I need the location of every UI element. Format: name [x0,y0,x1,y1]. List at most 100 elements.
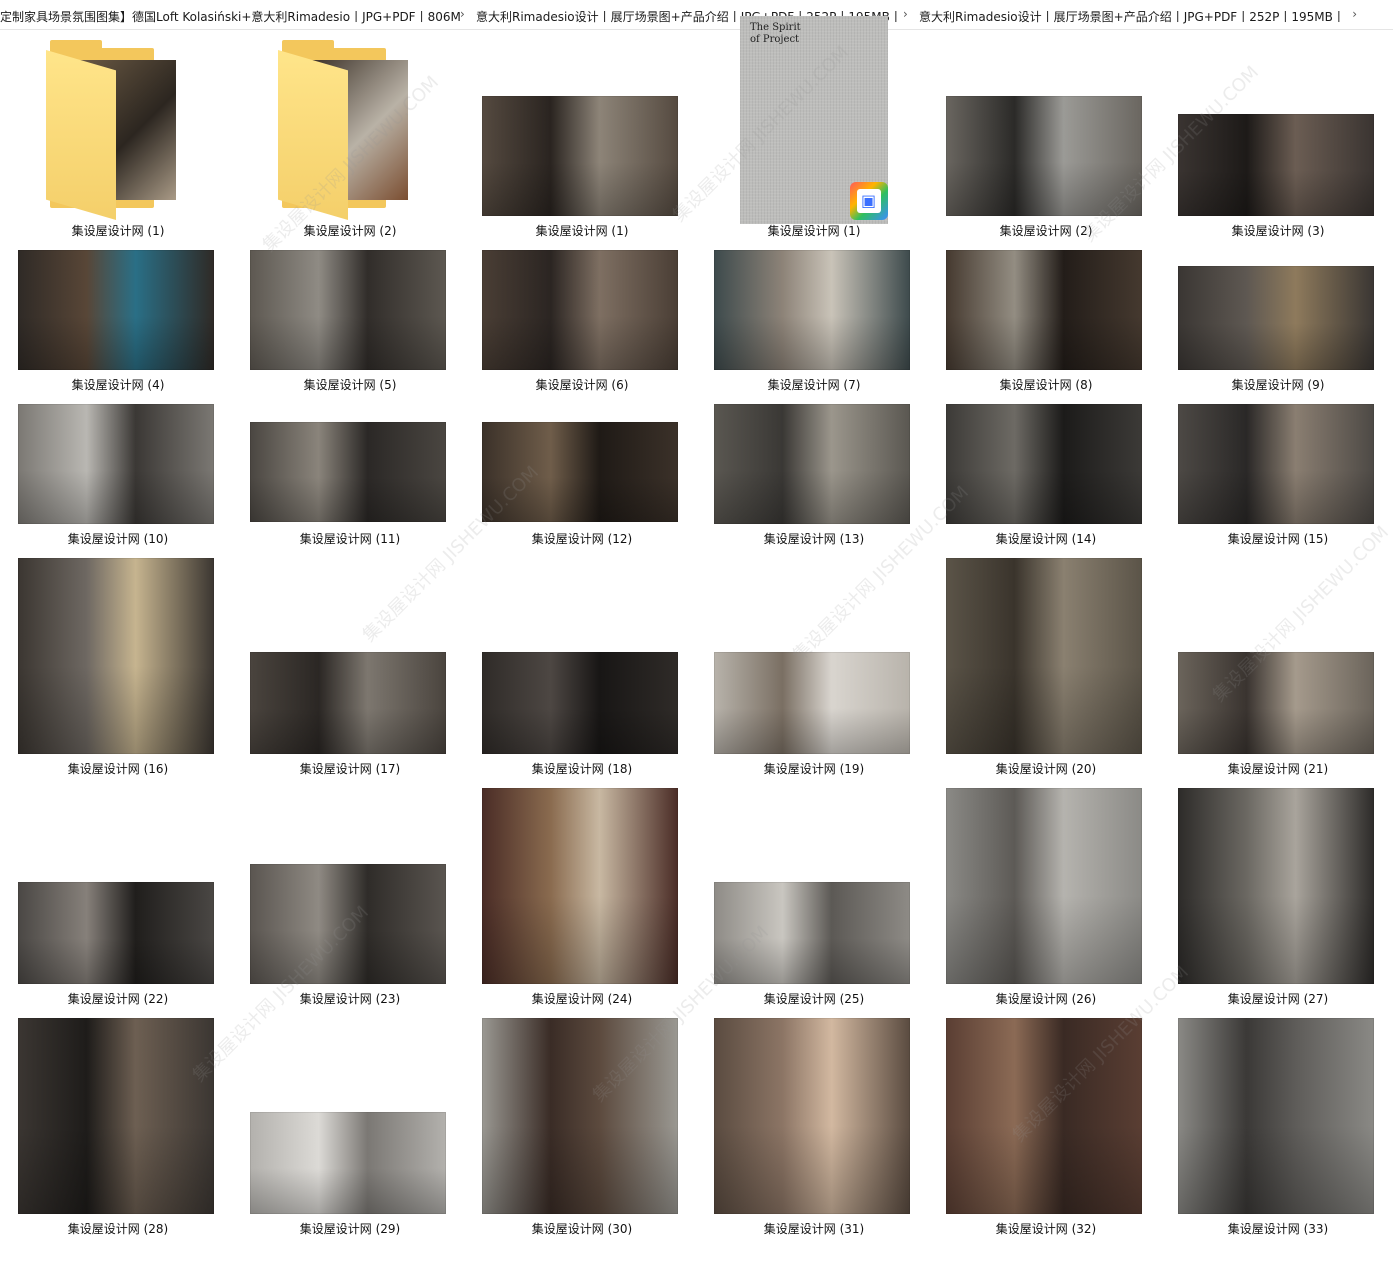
file-item[interactable]: 集设屋设计网 (29) [250,1112,450,1242]
file-item[interactable]: 集设屋设计网 (31) [714,1018,914,1242]
file-name-label: 集设屋设计网 (3) [1231,224,1325,238]
image-thumbnail [946,404,1142,524]
file-name-label: 集设屋设计网 (16) [67,762,169,776]
file-name-label: 集设屋设计网 (26) [995,992,1097,1006]
image-thumbnail [1178,114,1374,216]
file-name-label: 集设屋设计网 (18) [531,762,633,776]
file-name-label: 集设屋设计网 (7) [767,378,861,392]
file-name-label: 集设屋设计网 (31) [763,1222,865,1236]
file-item[interactable]: 集设屋设计网 (9) [1178,266,1378,398]
file-item[interactable]: 集设屋设计网 (33) [1178,1018,1378,1242]
file-item[interactable]: 集设屋设计网 (8) [946,250,1146,398]
file-name-label: 集设屋设计网 (12) [531,532,633,546]
file-name-label: 集设屋设计网 (32) [995,1222,1097,1236]
file-item[interactable]: 集设屋设计网 (18) [482,652,682,782]
file-name-label: 集设屋设计网 (25) [763,992,865,1006]
image-thumbnail [250,864,446,984]
file-item[interactable]: 集设屋设计网 (25) [714,882,914,1012]
image-thumbnail [1178,1018,1374,1214]
image-thumbnail [482,250,678,370]
image-thumbnail [714,404,910,524]
file-item[interactable]: 集设屋设计网 (3) [1178,114,1378,244]
file-item[interactable]: 集设屋设计网 (23) [250,864,450,1012]
file-name-label: 集设屋设计网 (1) [767,224,861,238]
file-grid: 集设屋设计网 (1) 集设屋设计网 (2) 集设屋设计网 (1) The Spirit… [0,16,1393,1273]
file-item[interactable]: 集设屋设计网 (10) [18,404,218,552]
file-item[interactable]: 集设屋设计网 (28) [18,1018,218,1242]
pdf-cover-thumbnail: The Spirit of Project ▣ [740,16,888,224]
file-item[interactable]: 集设屋设计网 (2) [946,96,1146,244]
file-item[interactable]: 集设屋设计网 (4) [18,250,218,398]
file-name-label: 集设屋设计网 (33) [1227,1222,1329,1236]
file-item[interactable]: 集设屋设计网 (27) [1178,788,1378,1012]
file-name-label: 集设屋设计网 (1) [535,224,629,238]
image-thumbnail [18,558,214,754]
file-item[interactable]: 集设屋设计网 (1) [482,96,682,244]
file-name-label: 集设屋设计网 (1) [71,224,165,238]
image-thumbnail [18,882,214,984]
file-item[interactable]: 集设屋设计网 (1) [18,40,218,244]
file-item[interactable]: 集设屋设计网 (7) [714,250,914,398]
file-name-label: 集设屋设计网 (27) [1227,992,1329,1006]
image-thumbnail [482,652,678,754]
file-item[interactable]: 集设屋设计网 (30) [482,1018,682,1242]
pdf-cover-title-line: The Spirit [750,22,801,33]
image-thumbnail [714,882,910,984]
file-item[interactable]: 集设屋设计网 (22) [18,882,218,1012]
breadcrumb-item-root[interactable]: 定制家具场景氛围图集】德国Loft Kolasiński+意大利Rimadesi… [0,8,461,25]
file-item[interactable]: 集设屋设计网 (20) [946,558,1146,782]
file-name-label: 集设屋设计网 (19) [763,762,865,776]
image-thumbnail [946,96,1142,216]
image-thumbnail [1178,266,1374,370]
file-item[interactable]: 集设屋设计网 (11) [250,422,450,552]
file-name-label: 集设屋设计网 (8) [999,378,1093,392]
file-item[interactable]: 集设屋设计网 (5) [250,250,450,398]
file-item[interactable]: 集设屋设计网 (15) [1178,404,1378,552]
pdf-cover-title-line: of Project [750,34,800,45]
image-thumbnail [482,788,678,984]
file-item[interactable]: 集设屋设计网 (17) [250,652,450,782]
file-name-label: 集设屋设计网 (30) [531,1222,633,1236]
image-thumbnail [714,1018,910,1214]
file-item[interactable]: 集设屋设计网 (6) [482,250,682,398]
file-item[interactable]: 集设屋设计网 (21) [1178,652,1378,782]
file-name-label: 集设屋设计网 (17) [299,762,401,776]
file-item[interactable]: The Spirit of Project ▣ 集设屋设计网 (1) [714,16,914,244]
file-name-label: 集设屋设计网 (6) [535,378,629,392]
file-name-label: 集设屋设计网 (14) [995,532,1097,546]
image-thumbnail [1178,652,1374,754]
file-item[interactable]: 集设屋设计网 (2) [250,40,450,244]
file-name-label: 集设屋设计网 (13) [763,532,865,546]
file-name-label: 集设屋设计网 (28) [67,1222,169,1236]
breadcrumb-overflow-icon[interactable]: › [1352,7,1357,21]
chevron-right-icon: › [460,7,465,21]
file-item[interactable]: 集设屋设计网 (24) [482,788,682,1012]
file-item[interactable]: 集设屋设计网 (12) [482,422,682,552]
image-thumbnail [482,422,678,522]
breadcrumb: 定制家具场景氛围图集】德国Loft Kolasiński+意大利Rimadesi… [0,0,1393,30]
image-thumbnail [18,250,214,370]
file-item[interactable]: 集设屋设计网 (26) [946,788,1146,1012]
file-name-label: 集设屋设计网 (10) [67,532,169,546]
image-thumbnail [250,250,446,370]
file-name-label: 集设屋设计网 (15) [1227,532,1329,546]
image-thumbnail [946,1018,1142,1214]
image-thumbnail [250,652,446,754]
file-name-label: 集设屋设计网 (2) [999,224,1093,238]
image-thumbnail [946,558,1142,754]
file-name-label: 集设屋设计网 (11) [299,532,401,546]
file-name-label: 集设屋设计网 (5) [303,378,397,392]
file-name-label: 集设屋设计网 (23) [299,992,401,1006]
breadcrumb-item-current[interactable]: 意大利Rimadesio设计丨展厅场景图+产品介绍丨JPG+PDF丨252P丨1… [919,8,1345,25]
file-item[interactable]: 集设屋设计网 (19) [714,652,914,782]
pdf-app-icon-inner: ▣ [857,189,881,213]
file-name-label: 集设屋设计网 (22) [67,992,169,1006]
folder-front-shape [46,50,116,220]
file-item[interactable]: 集设屋设计网 (16) [18,558,218,782]
file-item[interactable]: 集设屋设计网 (32) [946,1018,1146,1242]
file-item[interactable]: 集设屋设计网 (14) [946,404,1146,552]
image-thumbnail [714,250,910,370]
file-item[interactable]: 集设屋设计网 (13) [714,404,914,552]
image-thumbnail [18,404,214,524]
image-thumbnail [18,1018,214,1214]
